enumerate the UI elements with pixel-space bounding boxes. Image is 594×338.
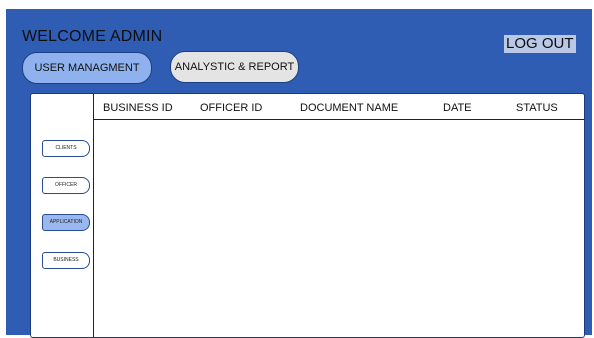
tab-user-management[interactable]: USER MANAGMENT	[22, 52, 152, 84]
table-header-divider	[93, 119, 584, 120]
logout-button[interactable]: LOG OUT	[504, 35, 576, 53]
column-header-document-name: DOCUMENT NAME	[300, 102, 399, 114]
column-header-officer-id: OFFICER ID	[200, 102, 263, 114]
column-header-status: STATUS	[516, 102, 558, 114]
app-frame: WELCOME ADMIN LOG OUT USER MANAGMENT ANA…	[6, 9, 592, 338]
tab-analytic-report[interactable]: ANALYSTIC & REPORT	[170, 51, 299, 83]
sidebar-divider	[93, 94, 94, 337]
column-header-business-id: BUSINESS ID	[103, 102, 173, 114]
page-title: WELCOME ADMIN	[22, 28, 163, 45]
column-header-date: DATE	[443, 102, 472, 114]
sidebar-item-clients[interactable]: CLIENTS	[42, 140, 90, 157]
sidebar-item-application[interactable]: APPLICATION	[42, 214, 90, 231]
main-panel: BUSINESS ID OFFICER ID DOCUMENT NAME DAT…	[30, 93, 585, 338]
sidebar-item-business[interactable]: BUSINESS	[42, 252, 90, 269]
sidebar-item-officer[interactable]: OFFICER	[42, 177, 90, 194]
